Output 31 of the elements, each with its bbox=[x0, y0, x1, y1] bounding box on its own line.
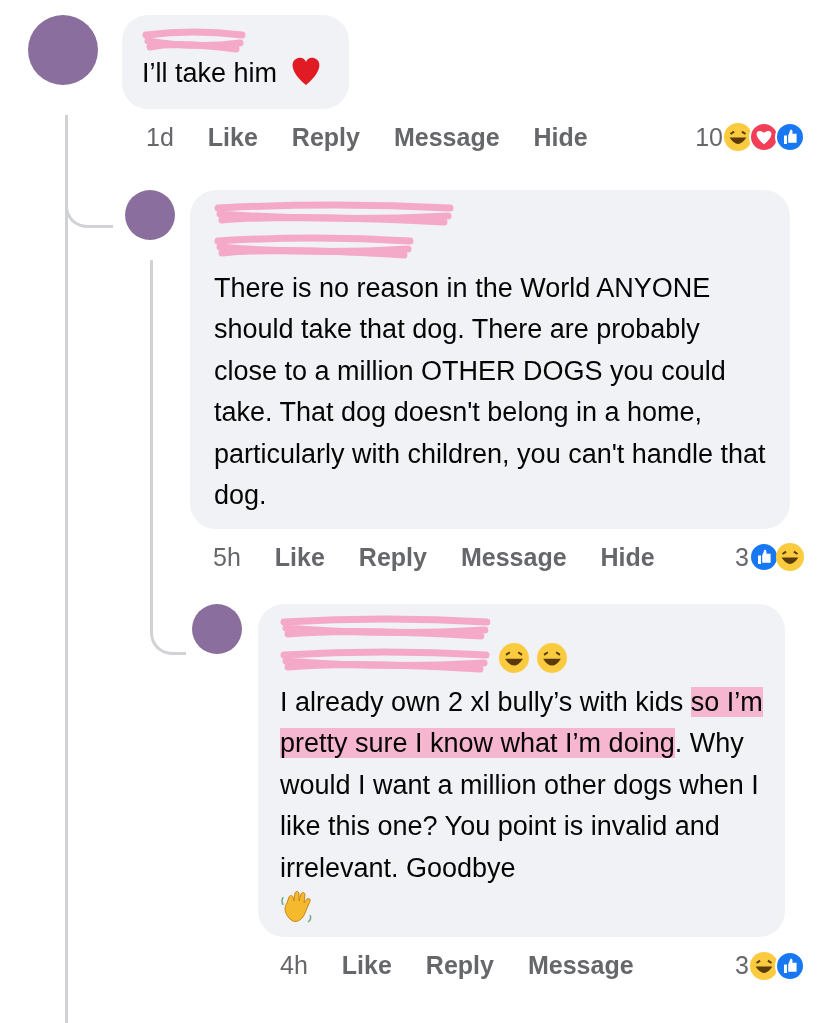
comment-text: There is no reason in the World ANYONE should take that dog. There are probably close to a million OTHER DOGS you could take. That dog doesn't belong in a home, particularly with children, you can't handle that dog. bbox=[214, 271, 766, 512]
action-link[interactable]: Like bbox=[207, 118, 258, 156]
laughing-face-icon bbox=[775, 542, 805, 573]
like-reaction-icon bbox=[775, 122, 805, 153]
avatar-circle[interactable] bbox=[125, 190, 175, 240]
laughing-face-icon bbox=[723, 122, 753, 153]
comment-text: I already own 2 xl bully’s with kids so I’m pretty sure I know what I’m doing. Why would I want a million other dogs when I like this one? You point is invalid and irrelevant. Goodbye bbox=[280, 685, 763, 885]
like-reaction-icon bbox=[775, 950, 805, 981]
laughing-face-icon bbox=[536, 642, 568, 674]
comment-text: I’ll take him bbox=[142, 58, 278, 88]
action-link[interactable]: Message bbox=[460, 538, 567, 576]
action-link[interactable]: Like bbox=[341, 947, 392, 985]
waving-hand-icon bbox=[280, 889, 314, 925]
timestamp: 1d bbox=[146, 121, 174, 153]
action-link[interactable]: Reply bbox=[358, 538, 427, 576]
action-link[interactable]: Reply bbox=[291, 118, 360, 156]
action-link[interactable]: Hide bbox=[533, 118, 588, 156]
action-link[interactable]: Message bbox=[527, 947, 634, 985]
action-link[interactable]: Hide bbox=[600, 538, 655, 576]
timestamp: 4h bbox=[280, 950, 308, 981]
action-link[interactable]: Message bbox=[393, 118, 500, 156]
action-link[interactable]: Reply bbox=[425, 947, 494, 985]
reaction-count: 10 bbox=[695, 121, 723, 153]
laughing-face-icon bbox=[498, 642, 530, 674]
action-link[interactable]: Like bbox=[274, 538, 325, 576]
reaction-count: 3 bbox=[735, 950, 749, 981]
laughing-face-icon bbox=[749, 950, 779, 981]
timestamp: 5h bbox=[213, 541, 241, 573]
reaction-count: 3 bbox=[735, 541, 749, 573]
avatar-circle[interactable] bbox=[192, 604, 242, 654]
like-reaction-icon bbox=[749, 542, 779, 573]
